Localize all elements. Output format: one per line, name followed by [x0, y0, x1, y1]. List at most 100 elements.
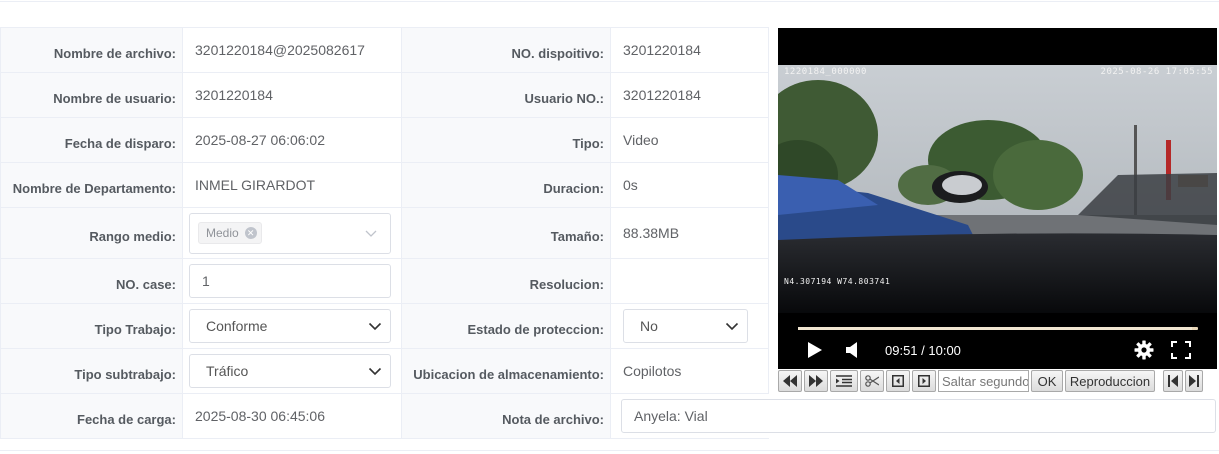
label-tamano: Tamaño:: [401, 207, 611, 259]
medio-tag: Medio ✕: [198, 222, 262, 244]
table-row: NO. case: 1 Resolucion:: [0, 258, 769, 304]
scissors-icon: [865, 375, 879, 387]
estado-proteccion-value: No: [640, 318, 658, 334]
osd-gps: N4.307194 W74.803741: [784, 277, 891, 286]
table-row: Fecha de disparo: 2025-08-27 06:06:02 Ti…: [0, 117, 769, 163]
fullscreen-button[interactable]: [1171, 339, 1191, 361]
value-fecha-disparo: 2025-08-27 06:06:02: [182, 117, 402, 163]
progress-bar[interactable]: [798, 327, 1198, 330]
label-duracion: Duracion:: [401, 162, 611, 208]
label-nota-archivo: Nota de archivo:: [401, 393, 611, 439]
osd-top-right: 2025-08-26 17:05:55: [1100, 67, 1213, 77]
time-display: 09:51 / 10:00: [885, 342, 961, 358]
prev-frame-button[interactable]: [886, 370, 910, 392]
label-ubicacion: Ubicacion de almacenamiento:: [401, 348, 611, 394]
value-nombre-archivo: 3201220184@2025082617: [182, 27, 402, 73]
play-icon: [808, 342, 822, 358]
play-button[interactable]: [808, 339, 822, 361]
label-nombre-usuario: Nombre de usuario:: [0, 72, 183, 118]
clip-button[interactable]: [860, 370, 884, 392]
table-row: Rango medio: Medio ✕ Tamaño: 88.38MB: [0, 207, 769, 259]
label-tipo: Tipo:: [401, 117, 611, 163]
skip-end-button[interactable]: [1185, 370, 1203, 392]
label-fecha-carga: Fecha de carga:: [0, 393, 183, 439]
tipo-subtrabajo-value: Tráfico: [206, 363, 249, 379]
value-fecha-carga: 2025-08-30 06:45:06: [182, 393, 402, 439]
table-row: Tipo subtrabajo: Tráfico Ubicacion de al…: [0, 348, 769, 394]
gear-icon: [1134, 340, 1154, 360]
value-resolucion: [610, 258, 769, 304]
video-frame: 1220184_000000 2025-08-26 17:05:55 N4.30…: [778, 65, 1217, 313]
file-details-table: Nombre de archivo: 3201220184@2025082617…: [0, 27, 769, 439]
progress-fill: [798, 327, 1192, 330]
value-nombre-usuario: 3201220184: [182, 72, 402, 118]
prev-frame-icon: [892, 375, 904, 387]
skip-start-icon: [1168, 375, 1178, 387]
chevron-down-icon: [368, 367, 382, 376]
table-row: Nombre de archivo: 3201220184@2025082617…: [0, 27, 769, 73]
table-row: Nombre de Departamento: INMEL GIRARDOT D…: [0, 162, 769, 208]
label-estado-proteccion: Estado de proteccion:: [401, 303, 611, 349]
value-tipo: Video: [610, 117, 769, 163]
rango-medio-cell: Medio ✕: [182, 207, 402, 259]
table-row: Tipo Trabajo: Conforme Estado de protecc…: [0, 303, 769, 349]
video-player[interactable]: 1220184_000000 2025-08-26 17:05:55 N4.30…: [778, 28, 1217, 369]
tag-close-icon[interactable]: ✕: [244, 227, 257, 239]
label-usuario-no: Usuario NO.:: [401, 72, 611, 118]
tipo-subtrabajo-select[interactable]: Tráfico: [189, 354, 391, 388]
label-tipo-trabajo: Tipo Trabajo:: [0, 303, 183, 349]
chevron-down-icon: [365, 230, 377, 237]
label-no-case: NO. case:: [0, 258, 183, 304]
fast-forward-button[interactable]: [804, 370, 828, 392]
table-row: Nombre de usuario: 3201220184 Usuario NO…: [0, 72, 769, 118]
seek-seconds-input[interactable]: Saltar segundos: [938, 370, 1029, 392]
chevron-down-icon: [368, 322, 382, 331]
next-frame-icon: [918, 375, 930, 387]
rewind-button[interactable]: [778, 370, 802, 392]
label-rango-medio: Rango medio:: [0, 207, 183, 259]
label-nombre-departamento: Nombre de Departamento:: [0, 162, 183, 208]
ok-button[interactable]: OK: [1031, 370, 1063, 392]
label-no-dispositivo: NO. dispoitivo:: [401, 27, 611, 73]
chevron-down-icon: [725, 322, 739, 331]
label-resolucion: Resolucion:: [401, 258, 611, 304]
skip-end-icon: [1189, 375, 1199, 387]
value-ubicacion: Copilotos: [610, 348, 769, 394]
bottom-divider: [0, 450, 1219, 451]
seek-seconds-placeholder: Saltar segundos: [942, 373, 1029, 389]
osd-top-left: 1220184_000000: [784, 67, 867, 77]
volume-icon: [846, 342, 857, 358]
playback-mode-button[interactable]: Reproduccion: [1065, 370, 1155, 392]
nota-archivo-input[interactable]: Anyela: Vial: [621, 399, 1216, 433]
next-frame-button[interactable]: [912, 370, 936, 392]
list-indent-icon: [836, 375, 852, 387]
top-divider: [0, 0, 1219, 2]
estado-proteccion-cell: No: [610, 303, 769, 349]
label-nombre-archivo: Nombre de archivo:: [0, 27, 183, 73]
fullscreen-icon: [1171, 341, 1191, 359]
no-case-value: 1: [202, 273, 210, 289]
value-nombre-departamento: INMEL GIRARDOT: [182, 162, 402, 208]
tipo-trabajo-cell: Conforme: [182, 303, 402, 349]
rewind-icon: [783, 375, 797, 387]
tipo-trabajo-value: Conforme: [206, 318, 268, 334]
value-usuario-no: 3201220184: [610, 72, 769, 118]
nota-archivo-value: Anyela: Vial: [634, 408, 708, 424]
no-case-cell: 1: [182, 258, 402, 304]
value-duracion: 0s: [610, 162, 769, 208]
video-frame-image: [778, 65, 1217, 313]
label-tipo-subtrabajo: Tipo subtrabajo:: [0, 348, 183, 394]
skip-start-button[interactable]: [1163, 370, 1183, 392]
value-no-dispositivo: 3201220184: [610, 27, 769, 73]
value-tamano: 88.38MB: [610, 207, 769, 259]
volume-button[interactable]: [846, 339, 860, 361]
rango-medio-select[interactable]: Medio ✕: [189, 212, 391, 254]
tipo-trabajo-select[interactable]: Conforme: [189, 309, 391, 343]
medio-tag-label: Medio: [206, 226, 239, 240]
settings-button[interactable]: [1134, 339, 1154, 361]
no-case-input[interactable]: 1: [189, 264, 391, 298]
playback-toolbar: Saltar segundos OK Reproduccion: [778, 369, 1219, 393]
tipo-subtrabajo-cell: Tráfico: [182, 348, 402, 394]
estado-proteccion-select[interactable]: No: [623, 309, 748, 343]
list-button[interactable]: [830, 370, 858, 392]
